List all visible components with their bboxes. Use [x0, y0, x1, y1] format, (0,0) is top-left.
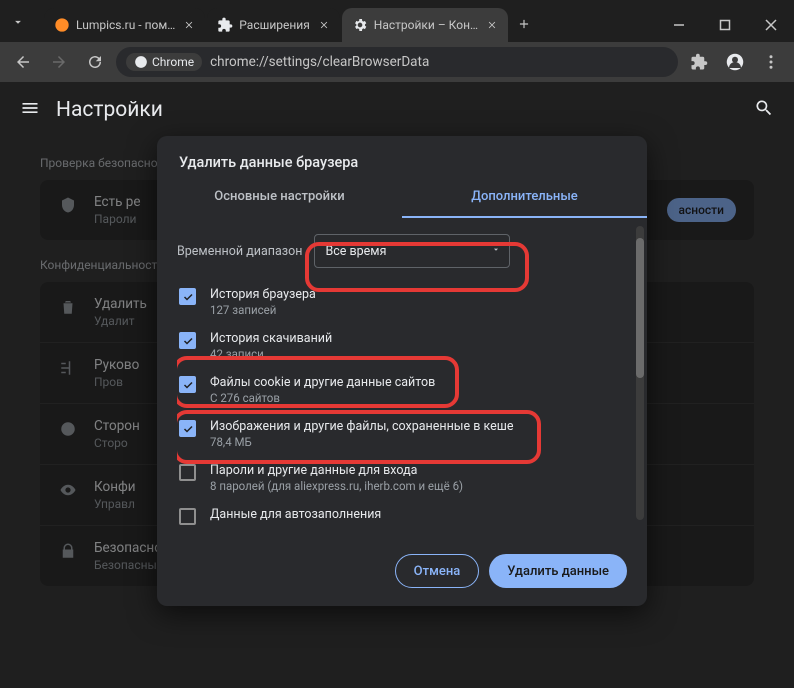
tab-strip: Lumpics.ru - пом… Расширения Настройки –…	[36, 8, 656, 42]
hamburger-icon[interactable]	[20, 98, 40, 122]
cookie-icon	[58, 418, 78, 438]
chip-label: Chrome	[152, 55, 194, 69]
tab-advanced[interactable]: Дополнительные	[402, 177, 647, 218]
time-range-select[interactable]: Все время	[314, 234, 510, 268]
extensions-button[interactable]	[684, 47, 714, 77]
dialog-body: Временной диапазон Все время История бра…	[157, 218, 647, 538]
lock-icon	[58, 540, 78, 560]
tab-close-button[interactable]	[484, 17, 500, 33]
tab-basic[interactable]: Основные настройки	[157, 177, 402, 218]
dialog-actions: Отмена Удалить данные	[157, 538, 647, 606]
tab-extensions[interactable]: Расширения	[207, 8, 339, 42]
page-title: Настройки	[56, 98, 163, 122]
url-text: chrome://settings/clearBrowserData	[210, 54, 429, 70]
scrollbar-thumb[interactable]	[636, 238, 644, 378]
option-downloads[interactable]: История скачиваний42 записи	[177, 324, 609, 368]
option-history[interactable]: История браузера127 записей	[177, 280, 609, 324]
tab-search-button[interactable]	[4, 8, 32, 36]
scrollbar[interactable]	[636, 226, 644, 520]
dialog-title: Удалить данные браузера	[157, 136, 647, 177]
tune-icon	[58, 357, 78, 377]
cancel-button[interactable]: Отмена	[395, 554, 480, 588]
tab-lumpics[interactable]: Lumpics.ru - пом…	[44, 8, 205, 42]
select-value: Все время	[325, 244, 386, 259]
checkbox[interactable]	[179, 464, 196, 481]
tab-title: Настройки – Кон…	[374, 18, 478, 32]
delete-button[interactable]: Удалить данные	[489, 554, 627, 588]
window-titlebar: Lumpics.ru - пом… Расширения Настройки –…	[0, 0, 794, 42]
chevron-down-icon	[491, 244, 501, 259]
security-chip[interactable]: Chrome	[126, 53, 202, 71]
trash-icon	[58, 296, 78, 316]
window-maximize-button[interactable]	[702, 8, 748, 42]
browser-toolbar: Chrome chrome://settings/clearBrowserDat…	[0, 42, 794, 82]
menu-button[interactable]	[756, 47, 786, 77]
reload-button[interactable]	[80, 47, 110, 77]
tab-title: Расширения	[239, 18, 309, 32]
gear-icon	[352, 17, 368, 33]
checkbox[interactable]	[179, 420, 196, 437]
window-close-button[interactable]	[748, 8, 794, 42]
scroll-up-icon[interactable]	[636, 226, 644, 234]
scroll-down-icon[interactable]	[636, 512, 644, 520]
back-button[interactable]	[8, 47, 38, 77]
eye-icon	[58, 479, 78, 499]
checkbox[interactable]	[179, 508, 196, 525]
tab-close-button[interactable]	[316, 17, 332, 33]
search-icon[interactable]	[754, 98, 774, 122]
forward-button[interactable]	[44, 47, 74, 77]
option-cookies[interactable]: Файлы cookie и другие данные сайтовС 276…	[177, 368, 609, 412]
option-autofill[interactable]: Данные для автозаполнения	[177, 500, 609, 532]
window-controls	[656, 8, 794, 42]
extension-icon	[217, 17, 233, 33]
lumpics-favicon	[54, 17, 70, 33]
safety-action-button[interactable]: асности	[667, 198, 736, 222]
new-tab-button[interactable]	[510, 10, 538, 38]
tab-title: Lumpics.ru - пом…	[76, 18, 175, 32]
checkbox[interactable]	[179, 376, 196, 393]
clear-data-dialog: Удалить данные браузера Основные настрой…	[157, 136, 647, 606]
page-header: Настройки	[0, 82, 794, 138]
profile-button[interactable]	[720, 47, 750, 77]
settings-page: Настройки Проверка безопасности Есть ре …	[0, 82, 794, 688]
dialog-tabs: Основные настройки Дополнительные	[157, 177, 647, 218]
checkbox[interactable]	[179, 332, 196, 349]
tab-close-button[interactable]	[181, 17, 197, 33]
tab-settings[interactable]: Настройки – Кон…	[342, 8, 508, 42]
time-range-label: Временной диапазон	[177, 244, 302, 259]
checkbox[interactable]	[179, 288, 196, 305]
time-range-row: Временной диапазон Все время	[177, 234, 609, 268]
option-passwords[interactable]: Пароли и другие данные для входа8 пароле…	[177, 456, 609, 500]
option-cache[interactable]: Изображения и другие файлы, сохраненные …	[177, 412, 609, 456]
address-bar[interactable]: Chrome chrome://settings/clearBrowserDat…	[116, 47, 678, 77]
shield-icon	[58, 194, 78, 214]
scroll-region: Временной диапазон Все время История бра…	[177, 234, 627, 532]
window-minimize-button[interactable]	[656, 8, 702, 42]
